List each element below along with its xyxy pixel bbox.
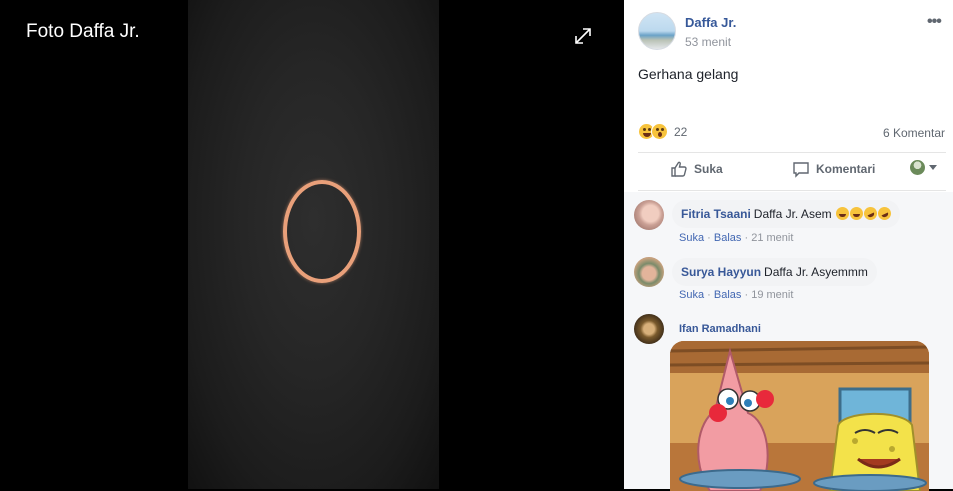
like-button[interactable]: Suka [670, 160, 723, 178]
comment-image[interactable] [670, 341, 929, 491]
photo[interactable] [188, 0, 439, 489]
author-name[interactable]: Daffa Jr. [685, 15, 736, 30]
reaction-summary[interactable]: 22 [638, 123, 687, 140]
commenter-name[interactable]: Ifan Ramadhani [679, 323, 761, 335]
rofl-emoji-icon [861, 204, 880, 223]
rofl-emoji-icon [875, 204, 894, 223]
post-panel: Daffa Jr. 53 menit ••• Gerhana gelang 22… [624, 0, 953, 491]
grin-emoji-icon [849, 207, 863, 220]
post-caption: Gerhana gelang [638, 66, 739, 82]
comment-reply-link[interactable]: Balas [714, 289, 742, 301]
comment-count[interactable]: 6 Komentar [883, 126, 945, 140]
comments-section: Fitria Tsaani Daffa Jr. Asem Suka · Balas… [624, 192, 953, 491]
reaction-count: 22 [674, 124, 688, 139]
meta-separator: · [707, 232, 711, 244]
thumbs-up-icon [671, 161, 687, 177]
commenter-avatar[interactable] [634, 200, 664, 230]
commenter-name[interactable]: Fitria Tsaani [681, 207, 751, 221]
commenter-avatar[interactable] [634, 257, 664, 287]
expand-icon[interactable] [572, 26, 594, 46]
caret-down-icon [929, 164, 937, 170]
wow-icon [651, 123, 668, 140]
comment-text: Daffa Jr. Asem [753, 207, 832, 221]
comment-meta: Suka · Balas · 21 menit [679, 232, 793, 244]
meta-separator: · [707, 289, 711, 301]
comment-icon [793, 162, 809, 178]
meta-separator: · [744, 289, 749, 301]
meta-separator: · [744, 232, 749, 244]
commenter-name[interactable]: Surya Hayyun [681, 265, 761, 279]
meme-illustration [670, 341, 929, 491]
comment-bubble: Surya Hayyun Daffa Jr. Asyemmm [672, 258, 877, 286]
comment-time[interactable]: 21 menit [751, 232, 793, 244]
ring-image [283, 180, 361, 283]
photo-viewer: Foto Daffa Jr. [0, 0, 624, 489]
divider [638, 152, 946, 153]
comment-like-link[interactable]: Suka [679, 289, 704, 301]
viewer-title: Foto Daffa Jr. [26, 21, 140, 42]
comment-time[interactable]: 19 menit [751, 289, 793, 301]
identity-selector[interactable] [910, 160, 943, 175]
more-options-icon[interactable]: ••• [927, 13, 942, 31]
comment-text: Daffa Jr. Asyemmm [764, 265, 868, 279]
like-label: Suka [694, 162, 723, 176]
comment-like-link[interactable]: Suka [679, 232, 704, 244]
profile-mini-icon [910, 160, 925, 175]
comment-button[interactable]: Komentari [792, 160, 875, 178]
post-time[interactable]: 53 menit [685, 35, 731, 49]
comment-label: Komentari [816, 162, 876, 176]
post-actions: Suka Komentari [638, 160, 946, 184]
comment-reply-link[interactable]: Balas [714, 232, 742, 244]
grin-emoji-icon [835, 207, 849, 220]
author-avatar[interactable] [638, 12, 676, 50]
comment-meta: Suka · Balas · 19 menit [679, 289, 793, 301]
comment-bubble: Fitria Tsaani Daffa Jr. Asem [672, 200, 900, 228]
commenter-avatar[interactable] [634, 314, 664, 344]
divider [638, 190, 946, 191]
